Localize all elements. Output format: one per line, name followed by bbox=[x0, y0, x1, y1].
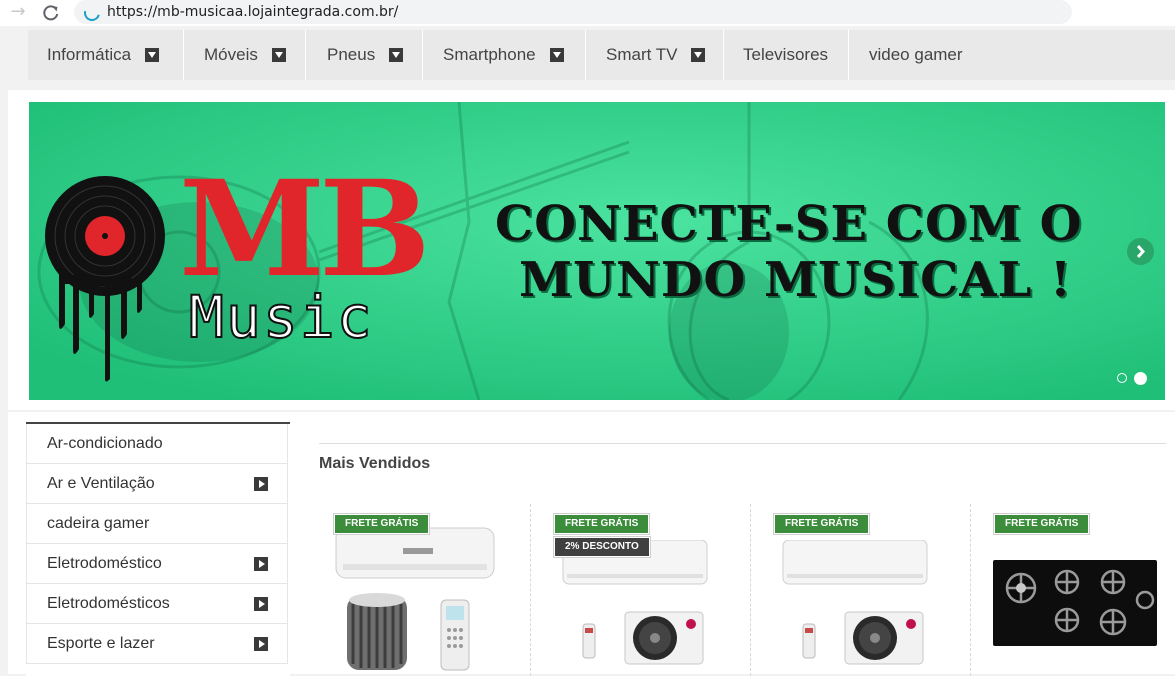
menu-item-label: Móveis bbox=[204, 45, 258, 64]
chevron-down-icon bbox=[145, 48, 160, 62]
url-text: https://mb-musicaa.lojaintegrada.com.br/ bbox=[107, 4, 399, 20]
carousel-dot-1[interactable] bbox=[1117, 373, 1127, 383]
product-card-2[interactable]: FRETE GRÁTIS 2% DESCONTO bbox=[531, 504, 751, 676]
carousel-dot-2-active[interactable] bbox=[1134, 371, 1147, 385]
menu-item-pneus[interactable]: Pneus bbox=[306, 30, 423, 80]
chevron-right-icon bbox=[254, 597, 268, 611]
menu-item-label: Smartphone bbox=[443, 45, 536, 64]
top-category-menu: Informática Móveis Pneus Smartphone Smar… bbox=[28, 30, 1175, 80]
carousel-next-button[interactable] bbox=[1127, 238, 1154, 265]
category-sidebar: Ar-condicionado Ar e Ventilação cadeira … bbox=[26, 422, 290, 677]
reload-icon[interactable] bbox=[40, 2, 62, 24]
menu-item-smart-tv[interactable]: Smart TV bbox=[586, 30, 724, 80]
menu-item-moveis[interactable]: Móveis bbox=[184, 30, 306, 80]
menu-item-video-gamer[interactable]: video gamer bbox=[849, 30, 989, 80]
sidebar-item-label: Ar e Ventilação bbox=[47, 475, 155, 492]
loading-spinner-icon bbox=[81, 2, 103, 24]
chevron-down-icon bbox=[389, 48, 404, 62]
free-shipping-badge: FRETE GRÁTIS bbox=[334, 514, 430, 534]
chevron-down-icon bbox=[549, 48, 564, 62]
product-card-3[interactable]: FRETE GRÁTIS bbox=[751, 504, 971, 676]
sidebar-item-label: Eletrodoméstico bbox=[47, 555, 162, 572]
address-bar[interactable]: https://mb-musicaa.lojaintegrada.com.br/ bbox=[74, 0, 1072, 24]
sidebar-item-ar-condicionado[interactable]: Ar-condicionado bbox=[26, 424, 288, 464]
lg-air-conditioner-product-image bbox=[782, 540, 928, 665]
logo-music-text: Music bbox=[188, 283, 374, 351]
sidebar-item-esporte-e-lazer[interactable]: Esporte e lazer bbox=[26, 624, 288, 664]
menu-item-label: Informática bbox=[47, 45, 132, 64]
menu-item-label: Televisores bbox=[743, 45, 829, 64]
sidebar-item-eletrodomestico[interactable]: Eletrodoméstico bbox=[26, 544, 288, 584]
chevron-down-icon bbox=[691, 48, 706, 62]
sidebar-item-cadeira-gamer[interactable]: cadeira gamer bbox=[26, 504, 288, 544]
sidebar-item-label: Ar-condicionado bbox=[47, 435, 163, 452]
banner-headline-line2: MUNDO MUSICAL ! bbox=[519, 252, 1073, 308]
section-title-mais-vendidos: Mais Vendidos bbox=[319, 455, 431, 472]
product-card-1[interactable]: FRETE GRÁTIS bbox=[311, 504, 531, 676]
menu-item-label: video gamer bbox=[869, 45, 963, 64]
cooktop-product-image bbox=[993, 560, 1157, 646]
product-card-4[interactable]: FRETE GRÁTIS bbox=[971, 504, 1175, 676]
section-divider bbox=[319, 443, 1166, 444]
banner-headline-line1: CONECTE-SE COM O bbox=[495, 196, 1083, 252]
menu-item-label: Smart TV bbox=[606, 45, 678, 64]
sidebar-item-label: Esporte e lazer bbox=[47, 635, 155, 652]
chevron-right-icon bbox=[1136, 244, 1146, 259]
chevron-right-icon bbox=[254, 477, 268, 491]
vinyl-record-icon bbox=[45, 176, 165, 382]
chevron-right-icon bbox=[254, 557, 268, 571]
discount-badge: 2% DESCONTO bbox=[554, 537, 650, 557]
back-arrow-icon[interactable]: → bbox=[7, 2, 29, 24]
free-shipping-badge: FRETE GRÁTIS bbox=[774, 514, 870, 534]
sidebar-item-label: Eletrodomésticos bbox=[47, 595, 170, 612]
logo-mb-text: MB bbox=[179, 152, 431, 307]
menu-item-informatica[interactable]: Informática bbox=[28, 30, 184, 80]
sidebar-item-eletrodomesticos[interactable]: Eletrodomésticos bbox=[26, 584, 288, 624]
sidebar-item-ar-e-ventilacao[interactable]: Ar e Ventilação bbox=[26, 464, 288, 504]
free-shipping-badge: FRETE GRÁTIS bbox=[994, 514, 1090, 534]
air-conditioner-product-image bbox=[335, 527, 495, 671]
chevron-right-icon bbox=[254, 637, 268, 651]
menu-item-label: Pneus bbox=[327, 45, 376, 64]
hero-banner[interactable]: MB Music CONECTE-SE COM O MUNDO MUSICAL … bbox=[29, 102, 1165, 400]
menu-item-smartphone[interactable]: Smartphone bbox=[423, 30, 586, 80]
menu-item-televisores[interactable]: Televisores bbox=[724, 30, 849, 80]
lg-air-conditioner-product-image bbox=[562, 540, 708, 665]
free-shipping-badge: FRETE GRÁTIS bbox=[554, 514, 650, 534]
browser-toolbar: → https://mb-musicaa.lojaintegrada.com.b… bbox=[0, 0, 1175, 26]
sidebar-item-label: cadeira gamer bbox=[47, 515, 150, 532]
chevron-down-icon bbox=[271, 48, 286, 62]
